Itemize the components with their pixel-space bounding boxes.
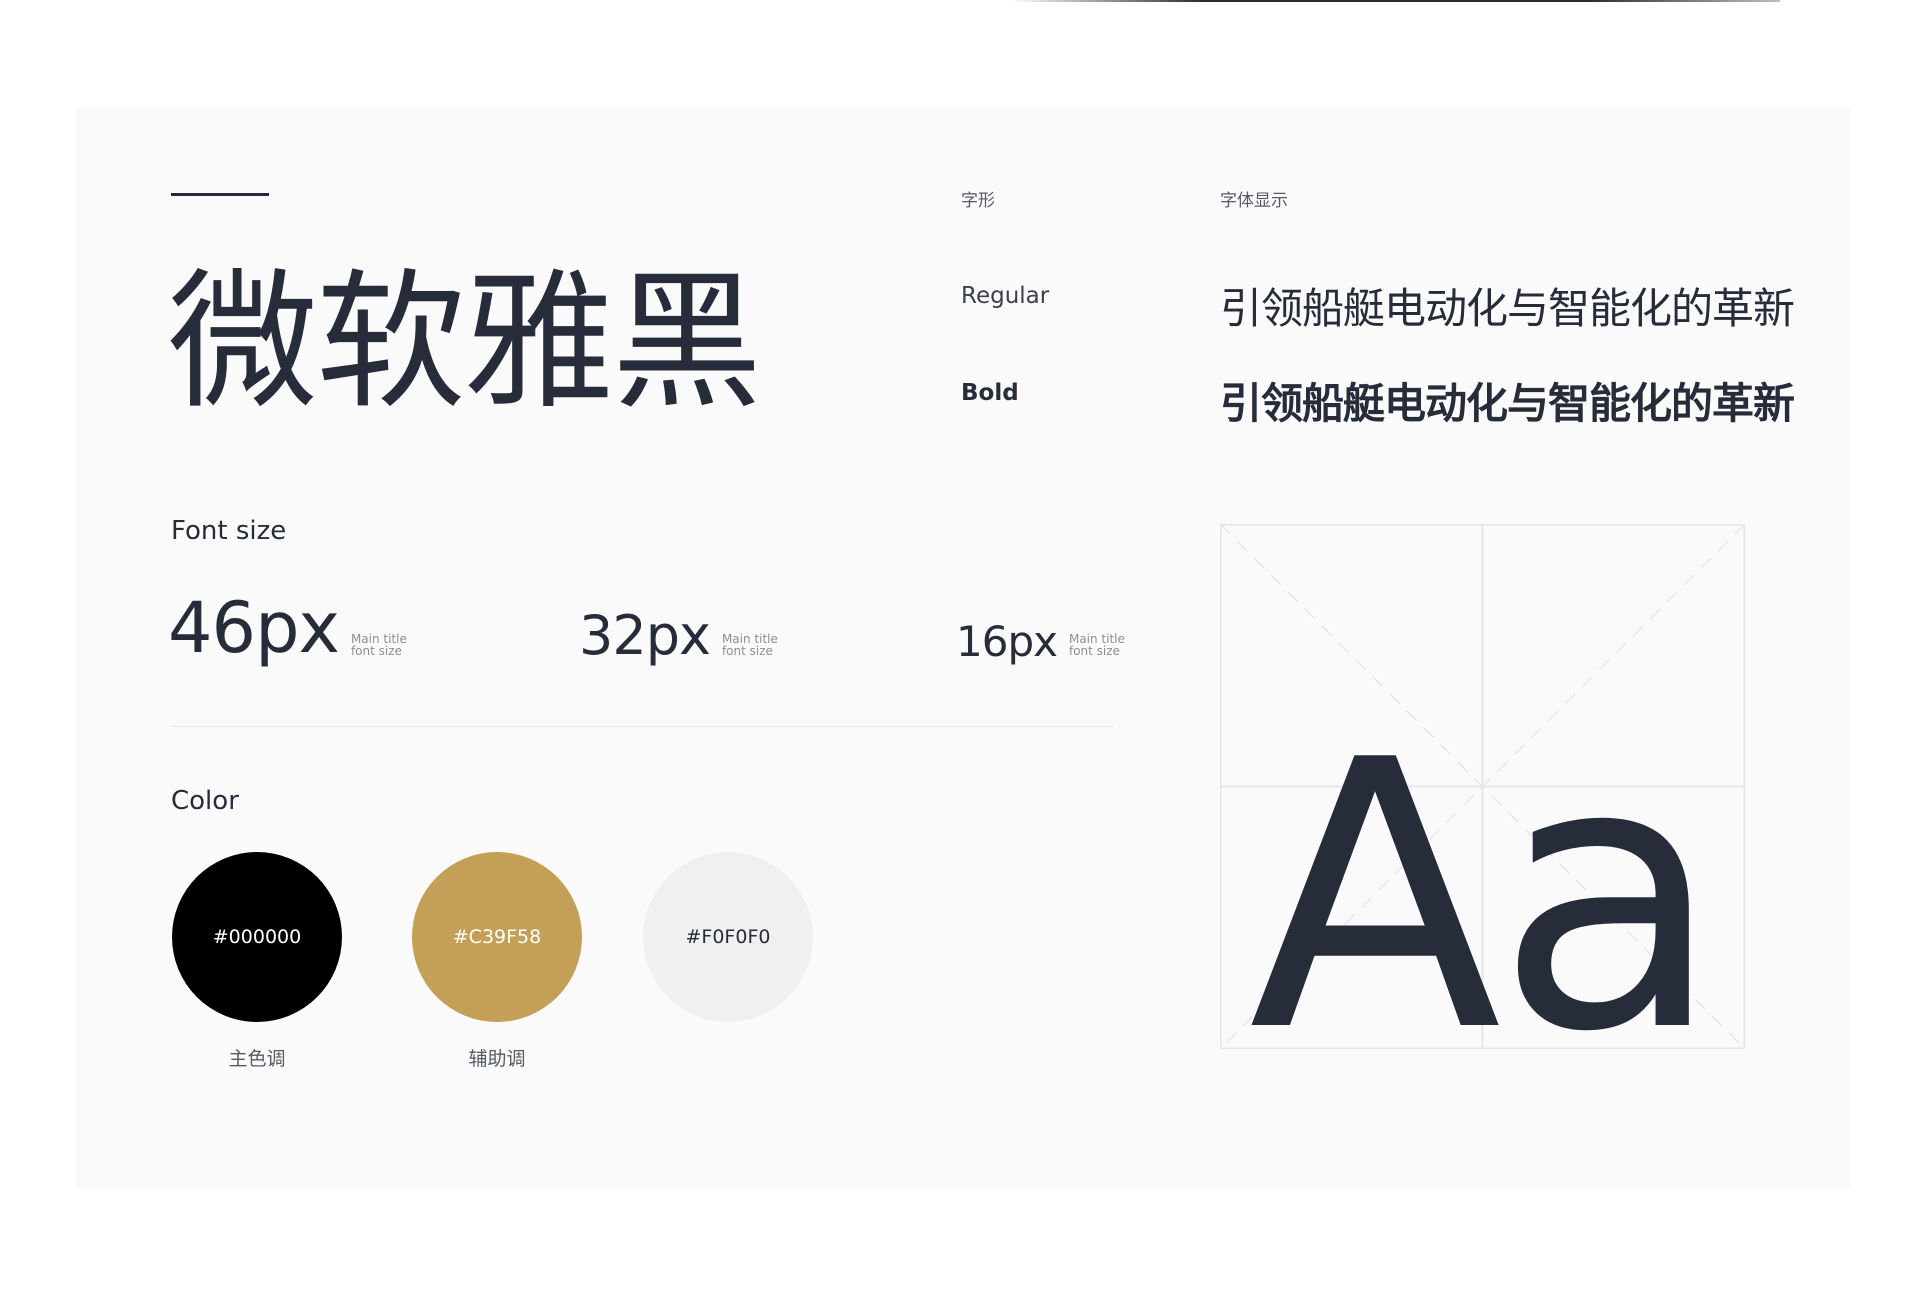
font-size-note: Main title font size <box>721 632 778 658</box>
typography-spec-card: 微软雅黑 字形 字体显示 Regular 引领船艇电动化与智能化的革新 Bold… <box>76 108 1851 1188</box>
font-size-item-16: 16px Main title font size <box>956 583 1125 663</box>
bold-sample-text: 引领船艇电动化与智能化的革新 <box>1220 379 1795 428</box>
glyph-column-header: 字形 <box>961 191 995 211</box>
font-size-value: 46px <box>168 587 340 669</box>
font-size-note: Main title font size <box>350 632 407 658</box>
swatch-secondary: #C39F58 <box>412 852 582 1022</box>
font-size-item-46: 46px Main title font size <box>168 583 407 663</box>
font-size-note: Main title font size <box>1068 632 1125 658</box>
display-column-header: 字体显示 <box>1220 191 1288 211</box>
section-divider <box>171 726 1114 727</box>
font-size-value: 32px <box>579 604 711 667</box>
glyph-preview-grid: Aa <box>1220 524 1745 1113</box>
regular-sample-text: 引领船艇电动化与智能化的革新 <box>1220 284 1795 333</box>
color-section-label: Color <box>171 786 239 816</box>
top-accent-line <box>1010 0 1780 2</box>
font-name-title: 微软雅黑 <box>168 256 762 430</box>
swatch-hex: #C39F58 <box>452 926 542 948</box>
weight-bold-label: Bold <box>961 380 1019 406</box>
swatch-secondary-label: 辅助调 <box>468 1048 526 1070</box>
swatch-primary-label: 主色调 <box>228 1048 286 1070</box>
font-size-value: 16px <box>956 617 1058 666</box>
swatch-neutral: #F0F0F0 <box>643 852 813 1022</box>
font-size-item-32: 32px Main title font size <box>579 583 778 663</box>
swatch-primary: #000000 <box>172 852 342 1022</box>
swatch-hex: #F0F0F0 <box>685 926 771 948</box>
glyph-preview-text: Aa <box>1248 682 1723 1113</box>
swatch-hex: #000000 <box>212 926 302 948</box>
weight-regular-label: Regular <box>961 283 1050 309</box>
font-size-section-label: Font size <box>171 516 287 546</box>
title-accent-line <box>171 193 269 196</box>
